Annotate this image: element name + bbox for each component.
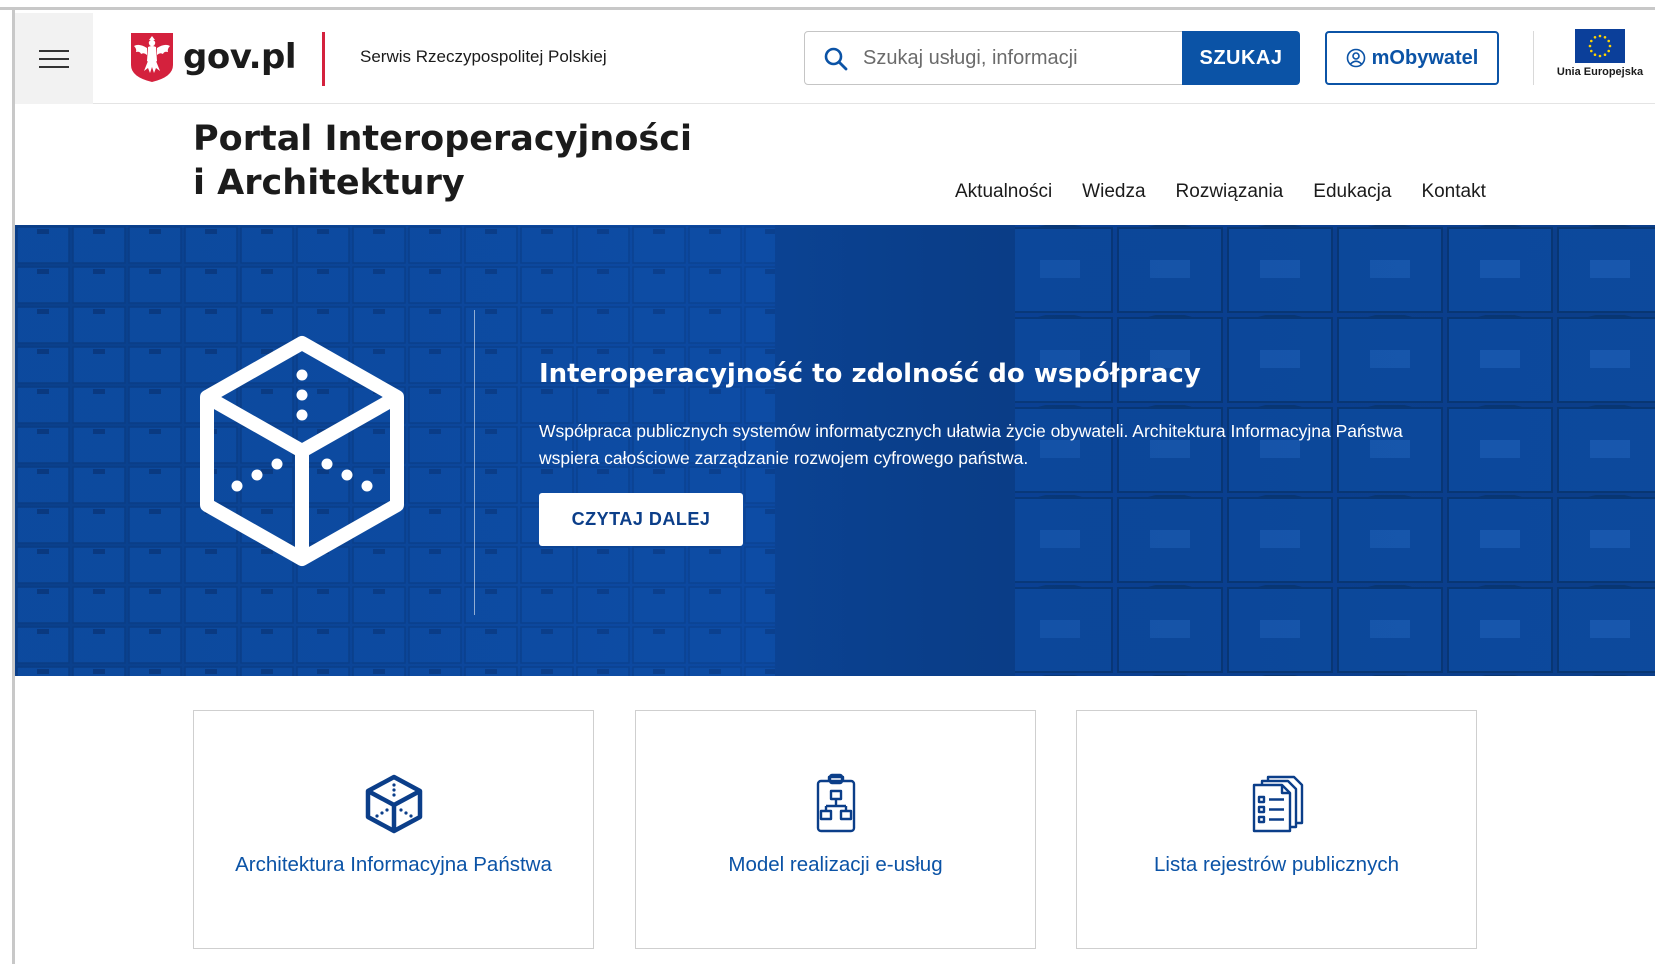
- service-name: Serwis Rzeczypospolitej Polskiej: [360, 47, 607, 66]
- eu-divider: [1533, 31, 1534, 85]
- search-icon: [824, 47, 848, 71]
- documents-list-icon: [1252, 775, 1303, 833]
- hero-divider: [474, 310, 475, 615]
- card-model-e-uslug[interactable]: Model realizacji e-usług: [635, 710, 1036, 949]
- search-button[interactable]: SZUKAJ: [1182, 31, 1300, 85]
- portal-title: Portal Interoperacyjności i Architektury: [193, 117, 693, 205]
- nav-item-rozwiazania[interactable]: Rozwiązania: [1176, 181, 1284, 203]
- user-circle-icon: [1346, 48, 1365, 68]
- hero-text: Współpraca publicznych systemów informat…: [539, 421, 1403, 468]
- search-input[interactable]: [863, 32, 1163, 84]
- top-header: gov.pl Serwis Rzeczypospolitej Polskiej …: [15, 13, 1655, 104]
- card-architektura[interactable]: Architektura Informacyjna Państwa: [193, 710, 594, 949]
- portal-title-line2: i Architektury: [193, 163, 465, 203]
- card-label: Model realizacji e-usług: [728, 853, 943, 876]
- browser-frame-left: [0, 10, 15, 964]
- nav-item-edukacja[interactable]: Edukacja: [1313, 181, 1391, 203]
- logo-divider: [322, 32, 325, 86]
- nav-item-aktualnosci[interactable]: Aktualności: [955, 181, 1052, 203]
- clipboard-diagram-icon: [816, 773, 855, 833]
- read-more-button[interactable]: CZYTAJ DALEJ: [539, 493, 743, 546]
- eu-badge[interactable]: Unia Europejska: [1545, 29, 1655, 78]
- hero-heading: Interoperacyjność to zdolność do współpr…: [539, 359, 1201, 389]
- portal-title-line1: Portal Interoperacyjności: [193, 119, 692, 159]
- mobywatel-button[interactable]: mObywatel: [1325, 31, 1499, 85]
- hamburger-menu-button[interactable]: [15, 13, 93, 104]
- card-label: Lista rejestrów publicznych: [1154, 853, 1399, 876]
- eu-label: Unia Europejska: [1556, 66, 1644, 78]
- hero-banner: Interoperacyjność to zdolność do współpr…: [15, 225, 1655, 676]
- browser-frame-top: [0, 0, 1655, 10]
- cube-icon: [365, 774, 422, 834]
- polish-eagle-icon: [131, 33, 173, 82]
- nav-item-kontakt[interactable]: Kontakt: [1421, 181, 1485, 203]
- card-lista-rejestrow[interactable]: Lista rejestrów publicznych: [1076, 710, 1477, 949]
- nav-item-wiedza[interactable]: Wiedza: [1082, 181, 1145, 203]
- main-nav: Aktualności Wiedza Rozwiązania Edukacja …: [955, 181, 1486, 203]
- mobywatel-label: mObywatel: [1371, 46, 1479, 69]
- hamburger-menu-icon: [39, 49, 69, 69]
- card-label: Architektura Informacyjna Państwa: [235, 853, 552, 876]
- logo-text: gov.pl: [183, 37, 297, 77]
- cube-icon: [200, 336, 404, 566]
- gov-pl-logo[interactable]: gov.pl: [129, 31, 297, 83]
- page: gov.pl Serwis Rzeczypospolitej Polskiej …: [15, 13, 1655, 964]
- eu-flag-icon: [1575, 29, 1625, 63]
